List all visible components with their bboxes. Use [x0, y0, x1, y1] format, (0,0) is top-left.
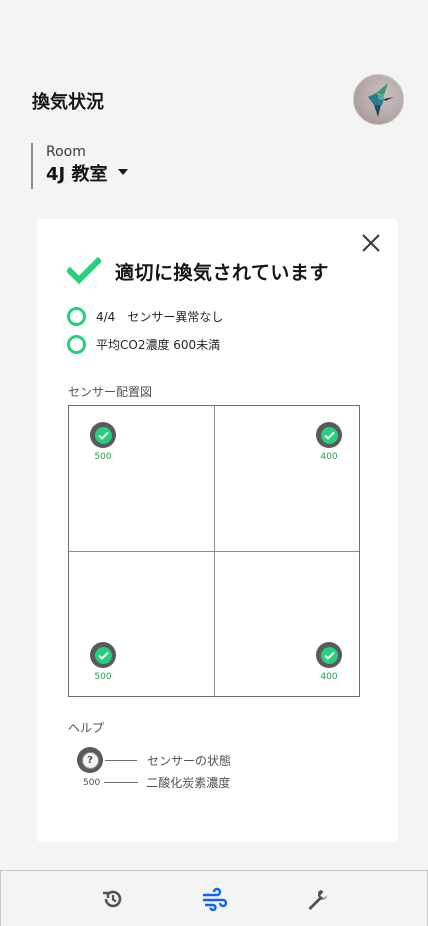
wind-icon [203, 887, 228, 911]
question-icon: ? [77, 747, 103, 773]
caret-down-icon [117, 169, 128, 175]
status-message: 適切に換気されています [115, 261, 329, 284]
condition-text: 4/4 センサー異常なし [96, 310, 224, 324]
legend-line [105, 759, 137, 761]
check-icon [97, 651, 109, 660]
help-text: センサーの状態 [147, 753, 232, 768]
status-card: 適切に換気されています 4/4 センサー異常なし 平均CO2濃度 600未満 セ… [37, 219, 398, 842]
bottom-tab-bar [0, 870, 428, 926]
help-item: 500 二酸化炭素濃度 [77, 774, 230, 791]
status-ring-icon [67, 307, 86, 326]
sensor-value: 500 [94, 452, 112, 462]
tab-maintenance[interactable] [303, 885, 331, 913]
hummingbird-image [368, 83, 394, 117]
avatar[interactable] [353, 74, 404, 125]
sensor-value: 400 [320, 672, 338, 682]
room-selector[interactable]: Room 4J 教室 [31, 143, 128, 189]
check-icon [97, 431, 109, 440]
room-label: Room [46, 144, 86, 160]
wrench-icon [308, 890, 327, 910]
sensor-marker[interactable]: 400 [314, 422, 344, 462]
help-label: ヘルプ [68, 721, 105, 735]
sensor-marker[interactable]: 400 [314, 642, 344, 682]
check-icon [323, 431, 335, 440]
map-divider [69, 551, 359, 552]
tab-history[interactable] [99, 885, 127, 913]
room-value: 4J 教室 [46, 164, 108, 185]
sensor-map-label: センサー配置図 [68, 385, 153, 399]
legend-line [104, 782, 139, 783]
condition-text: 平均CO2濃度 600未満 [96, 338, 221, 352]
sensor-marker[interactable]: 500 [88, 422, 118, 462]
status-summary: 適切に換気されています [67, 257, 329, 285]
page-title: 換気状況 [32, 92, 104, 113]
condition-item: 平均CO2濃度 600未満 [67, 335, 220, 354]
history-icon [103, 890, 122, 908]
help-text: 二酸化炭素濃度 [146, 776, 231, 790]
sensor-map: 500 400 500 400 [68, 405, 360, 697]
header: 換気状況 [0, 0, 428, 140]
close-icon[interactable] [359, 231, 383, 255]
checkmark-icon [67, 257, 101, 285]
status-ring-icon [67, 335, 86, 354]
sensor-marker[interactable]: 500 [88, 642, 118, 682]
sensor-value: 400 [320, 452, 338, 462]
help-symbol: 500 [83, 777, 101, 788]
help-item: ? センサーの状態 [77, 747, 231, 773]
check-icon [323, 651, 335, 660]
sensor-value: 500 [94, 672, 112, 682]
tab-ventilation[interactable] [201, 885, 229, 913]
condition-item: 4/4 センサー異常なし [67, 307, 223, 326]
